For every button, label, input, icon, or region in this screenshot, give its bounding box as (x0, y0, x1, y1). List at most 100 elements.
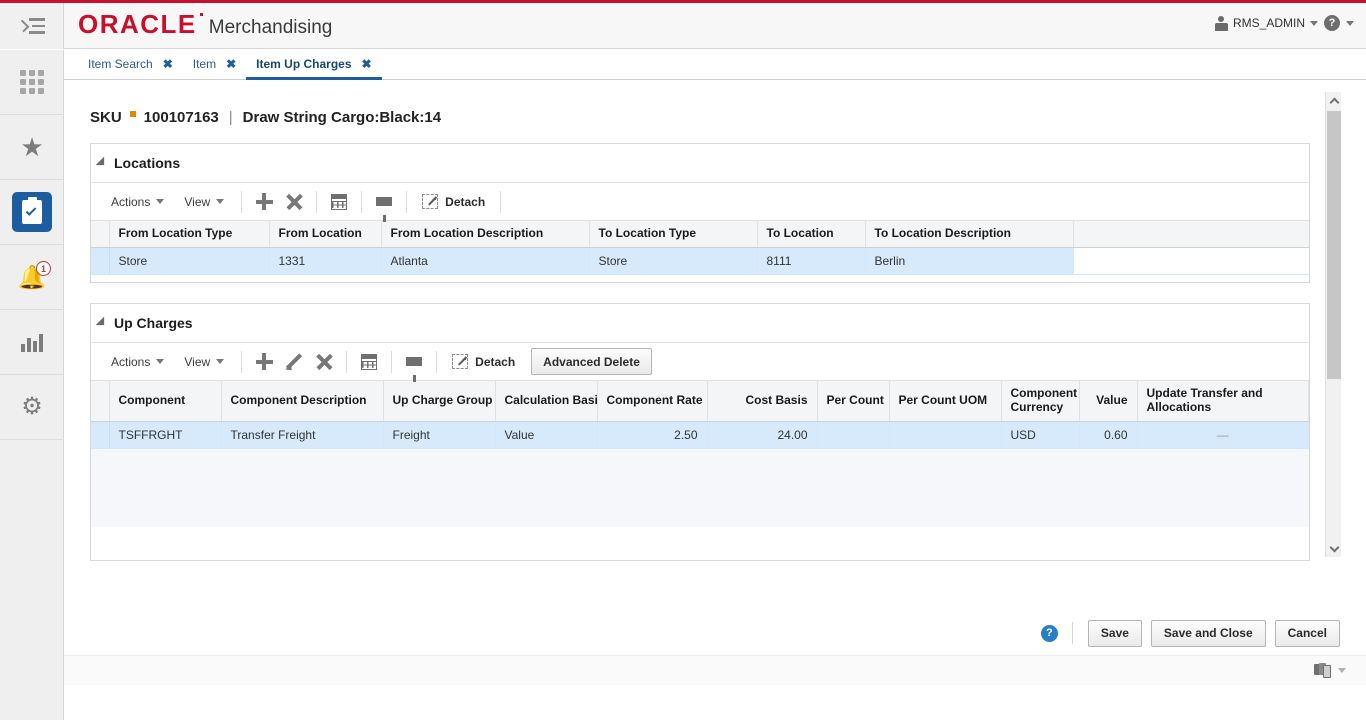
cell-from-location[interactable]: 1331 (269, 247, 382, 275)
cell-to-location-type[interactable]: Store (589, 247, 758, 275)
scrollbar-thumb[interactable] (1327, 111, 1341, 379)
help-chevron-down-icon[interactable] (1346, 20, 1354, 26)
locations-export-button[interactable] (324, 188, 354, 216)
cell-component-rate[interactable]: 2.50 (597, 421, 708, 449)
tab-item[interactable]: Item ✖ (183, 50, 246, 80)
close-icon[interactable]: ✖ (226, 57, 236, 71)
menu-toggle-button[interactable] (0, 3, 64, 49)
cancel-button[interactable]: Cancel (1274, 619, 1340, 647)
up-charges-filter-button[interactable] (399, 348, 429, 382)
column-header[interactable]: To Location Description (865, 221, 1074, 248)
row-gutter[interactable] (91, 421, 110, 449)
column-header[interactable]: From Location (269, 221, 382, 248)
scroll-up-button[interactable] (1326, 92, 1342, 109)
save-and-close-button[interactable]: Save and Close (1150, 619, 1266, 647)
column-header[interactable]: Value (1079, 381, 1138, 422)
locations-detach-button[interactable]: Detach (414, 188, 493, 216)
column-header[interactable]: Update Transfer and Allocations (1137, 381, 1309, 422)
column-header[interactable]: Component Rate (597, 381, 708, 422)
column-header[interactable]: Per Count (817, 381, 890, 422)
cell-up-charge-group[interactable]: Freight (383, 421, 496, 449)
close-icon[interactable]: ✖ (163, 57, 173, 71)
column-header[interactable]: Calculation Basis (495, 381, 598, 422)
tab-item-search[interactable]: Item Search ✖ (78, 50, 183, 80)
tab-item-up-charges[interactable]: Item Up Charges ✖ (246, 50, 382, 80)
cell-from-location-description[interactable]: Atlanta (381, 247, 590, 275)
close-x-icon (316, 353, 333, 370)
column-header[interactable]: Up Charge Group (383, 381, 496, 422)
locations-filter-button[interactable] (369, 188, 399, 222)
help-icon[interactable]: ? (1324, 15, 1340, 31)
locations-actions-menu[interactable]: Actions (101, 188, 174, 216)
title-separator: | (228, 109, 233, 126)
toolbar-divider (361, 190, 363, 213)
cell-calculation-basis[interactable]: Value (495, 421, 598, 449)
sidebar-item-settings[interactable]: ⚙ (0, 375, 64, 440)
close-icon[interactable]: ✖ (362, 57, 372, 71)
scroll-down-button[interactable] (1326, 540, 1342, 557)
up-charges-panel: Up Charges Actions View Detach Advanced … (90, 303, 1310, 561)
save-button[interactable]: Save (1087, 619, 1142, 647)
cell-to-location[interactable]: 8111 (757, 247, 866, 275)
cell-component-currency[interactable]: USD (1001, 421, 1080, 449)
column-header[interactable]: Cost Basis (707, 381, 818, 422)
up-charges-actions-menu[interactable]: Actions (101, 348, 174, 376)
hamburger-icon (16, 17, 45, 35)
column-header[interactable]: Component Currency (1001, 381, 1080, 422)
locations-panel-title: Locations (114, 155, 181, 171)
advanced-delete-button[interactable]: Advanced Delete (531, 348, 652, 375)
column-header[interactable]: To Location (757, 221, 866, 248)
up-charges-edit-button[interactable] (279, 348, 309, 376)
plus-icon (255, 353, 273, 370)
help-icon[interactable]: ? (1040, 624, 1058, 642)
cell-to-location-description[interactable]: Berlin (865, 247, 1074, 275)
toolbar-divider (316, 190, 318, 213)
cell-per-count-uom[interactable] (889, 421, 1002, 449)
up-charges-panel-header: Up Charges (91, 304, 1309, 343)
detach-label: Detach (445, 194, 486, 209)
chevron-down-icon[interactable] (1338, 668, 1346, 673)
collapse-triangle-icon[interactable] (95, 316, 109, 330)
sidebar-item-reports[interactable] (0, 310, 64, 375)
sidebar-item-tasks[interactable] (0, 180, 64, 245)
up-charges-delete-button[interactable] (309, 348, 339, 376)
sidebar-item-favorites[interactable]: ★ (0, 115, 64, 180)
column-header[interactable]: Component Description (221, 381, 384, 422)
cell-from-location-type[interactable]: Store (109, 247, 270, 275)
up-charges-add-button[interactable] (249, 348, 279, 376)
cell-cost-basis[interactable]: 24.00 (707, 421, 818, 449)
cell-value[interactable]: 0.60 (1079, 421, 1138, 449)
column-header[interactable]: From Location Description (381, 221, 590, 248)
sidebar-item-notifications[interactable]: 🔔 1 (0, 245, 64, 310)
clipboard-check-icon (12, 192, 52, 232)
locations-add-button[interactable] (249, 188, 279, 216)
cell-update-transfer-and-allocations[interactable]: — (1137, 421, 1309, 449)
cell-component-description[interactable]: Transfer Freight (221, 421, 384, 449)
up-charges-view-menu[interactable]: View (174, 348, 234, 376)
row-gutter[interactable] (91, 247, 110, 275)
column-header[interactable]: From Location Type (109, 221, 270, 248)
column-header[interactable]: Component (109, 381, 222, 422)
collapse-triangle-icon[interactable] (95, 156, 109, 170)
sidebar-item-apps[interactable] (0, 50, 64, 115)
locations-delete-button[interactable] (279, 188, 309, 216)
locations-view-menu[interactable]: View (174, 188, 234, 216)
up-charges-detach-button[interactable]: Detach (444, 348, 523, 376)
cell-component[interactable]: TSFFRGHT (109, 421, 222, 449)
page-title: SKU 100107163 | Draw String Cargo:Black:… (90, 109, 441, 126)
table-row[interactable]: Store 1331 Atlanta Store 8111 Berlin (91, 247, 1309, 275)
export-spreadsheet-icon (331, 193, 348, 210)
user-menu[interactable]: RMS_ADMIN (1214, 15, 1318, 31)
detach-icon (422, 194, 439, 209)
table-row[interactable]: TSFFRGHT Transfer Freight Freight Value … (91, 421, 1309, 449)
view-label: View (184, 194, 211, 209)
tab-label: Item (192, 56, 217, 71)
grid-icon (20, 70, 44, 94)
cell-per-count[interactable] (817, 421, 890, 449)
content-scrollbar[interactable] (1325, 92, 1341, 557)
up-charges-export-button[interactable] (354, 348, 384, 376)
row-gutter-header (91, 381, 110, 422)
column-header[interactable]: Per Count UOM (889, 381, 1002, 422)
processes-icon[interactable] (1314, 663, 1331, 678)
column-header[interactable]: To Location Type (589, 221, 758, 248)
